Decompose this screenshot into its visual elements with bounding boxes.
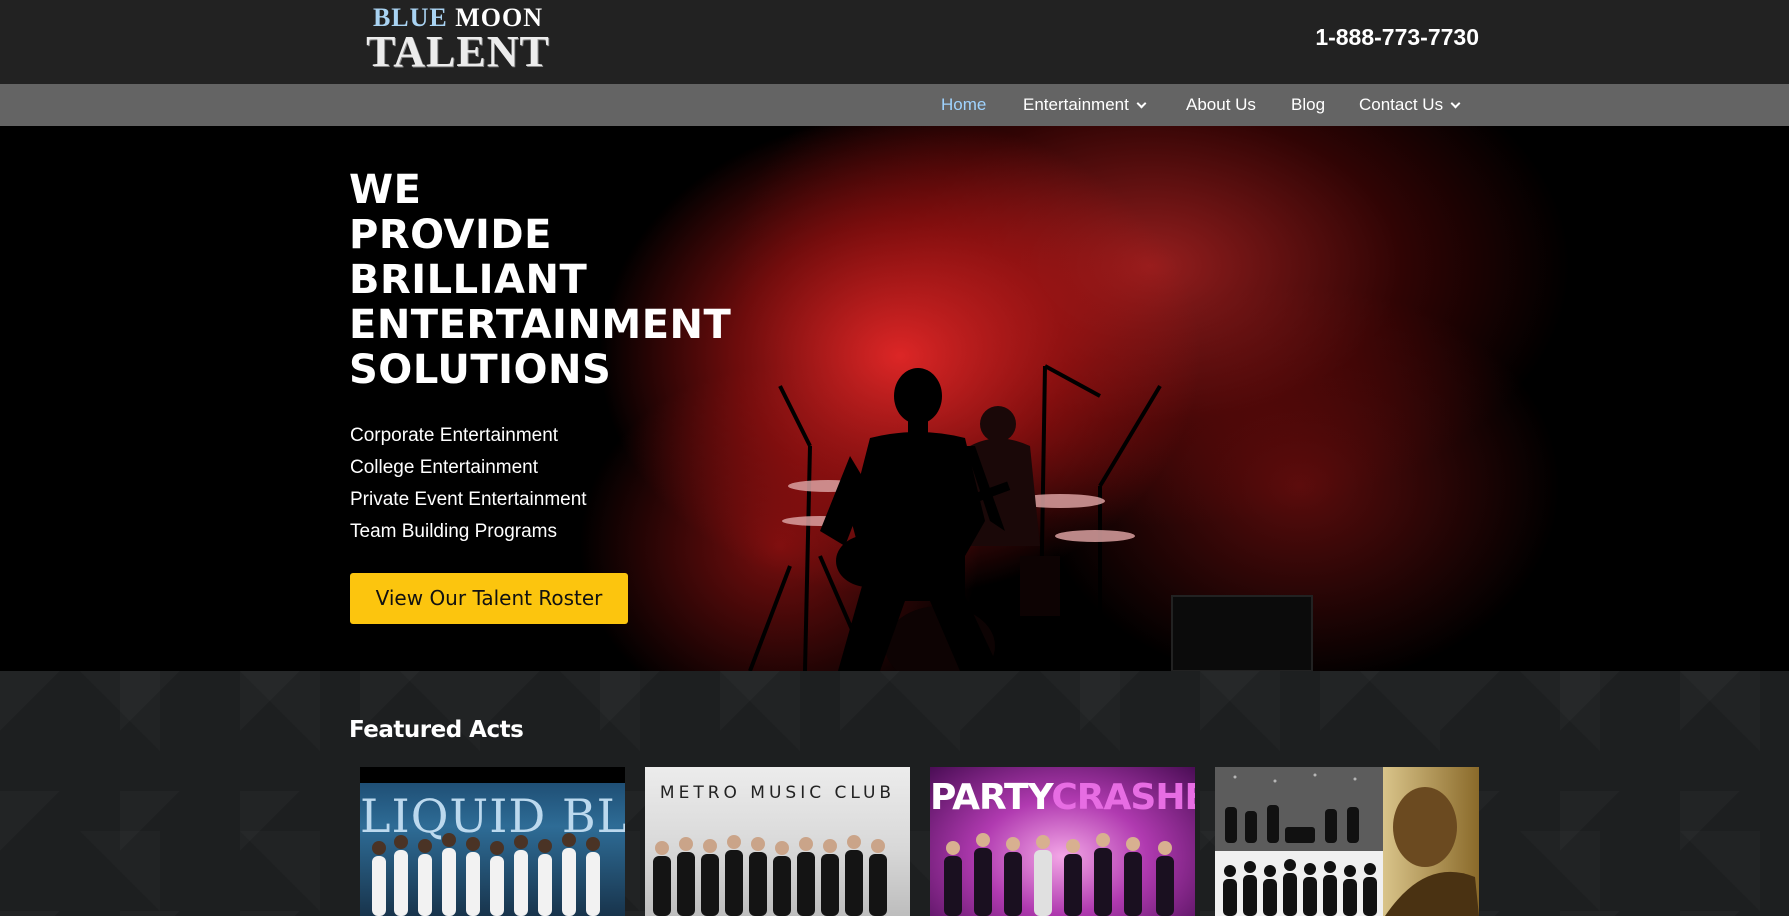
hero-headline-line: WE [349, 167, 422, 213]
featured-act-card[interactable]: METRO MUSIC CLUB [645, 767, 910, 916]
featured-act-card[interactable] [1215, 767, 1479, 916]
concert-silhouette-image [748, 364, 1313, 671]
act-name-part: CRASHERS [1051, 777, 1195, 818]
nav-home[interactable]: Home [941, 84, 986, 126]
nav-blog-label: Blog [1291, 95, 1326, 114]
band-photo-image [372, 833, 600, 916]
view-talent-roster-button[interactable]: View Our Talent Roster [350, 573, 628, 624]
hero-banner: WE PROVIDE BRILLIANT ENTERTAINMENT SOLUT… [0, 126, 1789, 671]
nav-blog[interactable]: Blog [1291, 84, 1325, 126]
service-item: College Entertainment [350, 457, 538, 478]
nav-entertainment[interactable]: Entertainment [1023, 84, 1147, 126]
phone-number[interactable]: 1-888-773-7730 [1315, 24, 1479, 51]
nav-about-us[interactable]: About Us [1186, 84, 1256, 126]
band-photo-image [653, 835, 887, 916]
featured-acts-section: Featured Acts LIQUID BLUE METRO MUSIC CL… [0, 671, 1789, 916]
band-photo-image [944, 833, 1174, 916]
nav-contact-us[interactable]: Contact Us [1359, 84, 1461, 126]
nav-contact-label: Contact Us [1359, 95, 1444, 114]
service-item: Team Building Programs [350, 521, 557, 542]
featured-acts-title: Featured Acts [349, 717, 524, 743]
main-nav: Home Entertainment About Us Blog Contact… [0, 84, 1789, 126]
site-logo[interactable]: BLUE MOON TALENT [360, 4, 556, 74]
nav-entertainment-label: Entertainment [1023, 95, 1129, 114]
service-item: Corporate Entertainment [350, 425, 559, 446]
featured-act-card[interactable]: LIQUID BLUE [360, 767, 625, 916]
act-name-part: PARTY [930, 777, 1052, 818]
act-name: PARTYCRASHERS [930, 777, 1195, 818]
hero-headline: WE PROVIDE BRILLIANT ENTERTAINMENT SOLUT… [349, 168, 731, 393]
site-header: BLUE MOON TALENT 1-888-773-7730 [0, 0, 1789, 84]
hero-headline-line: ENTERTAINMENT [349, 302, 732, 348]
nav-home-label: Home [941, 95, 987, 114]
featured-act-card[interactable]: PARTYCRASHERS [930, 767, 1195, 916]
chevron-down-icon [1450, 98, 1461, 109]
nav-about-label: About Us [1186, 95, 1256, 114]
chevron-down-icon [1136, 98, 1147, 109]
service-item: Private Event Entertainment [350, 489, 587, 510]
hero-headline-line: BRILLIANT [349, 257, 588, 303]
act-name: METRO MUSIC CLUB [659, 783, 896, 803]
hero-headline-line: PROVIDE [349, 212, 552, 258]
band-photo-image [1215, 767, 1479, 916]
logo-word-talent: TALENT [366, 27, 550, 76]
services-list: Corporate Entertainment College Entertai… [350, 420, 587, 548]
hero-headline-line: SOLUTIONS [349, 347, 612, 393]
